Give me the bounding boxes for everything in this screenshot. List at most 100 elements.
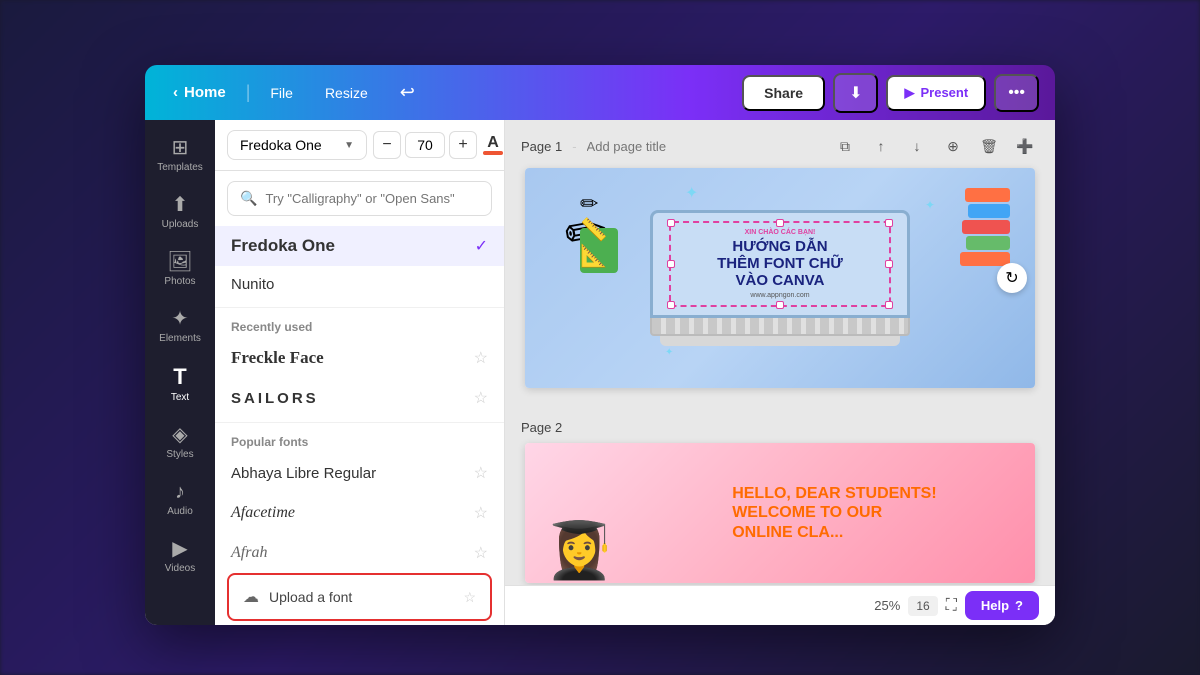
undo-button[interactable]: ↩ [392,78,423,107]
font-search-input[interactable] [265,191,479,206]
main-content-area: ⊞ Templates ⬆ Uploads 🖼 Photos ✦ Element… [145,120,1055,625]
file-nav-button[interactable]: File [258,79,305,107]
sidebar-item-templates[interactable]: ⊞ Templates [149,128,211,183]
heading-line2: THÊM FONT CHỮ [681,255,879,272]
font-name-label: SAILORS [231,390,474,407]
audio-icon: ♪ [175,482,185,502]
videos-label: Videos [165,563,195,574]
fullscreen-button[interactable]: ⛶ [946,597,957,615]
sidebar-item-audio[interactable]: ♪ Audio [149,472,211,527]
sidebar-item-videos[interactable]: ▶ Videos [149,529,211,584]
canvas-wrapper: Page 1 - ⧉ ↑ ↓ ⊕ 🗑 ➕ [505,120,1055,625]
canvas-page-2: 👩‍🎓 HELLO, DEAR STUDENTS! WELCOME TO OUR… [525,443,1035,583]
duplicate-page-button[interactable]: ⊕ [939,132,967,160]
canvas-page-1: ✏ ✏📏📐 [525,168,1035,388]
page1-background[interactable]: ✏ ✏📏📐 [525,168,1035,388]
pencil-cup-decoration: ✏📏📐 [580,228,620,283]
add-page-button[interactable]: ➕ [1011,132,1039,160]
font-name-label: Nunito [231,276,488,293]
upload-icon: ☁ [243,587,259,607]
font-size-controls: − 70 + [373,131,477,159]
sidebar-item-styles[interactable]: ◈ Styles [149,415,211,470]
font-toolbar: Fredoka One ▼ − 70 + A B ••• 🗑 [215,120,504,171]
font-favorite-star[interactable]: ☆ [474,463,488,483]
font-name-label: Afacetime [231,504,474,522]
sidebar-item-elements[interactable]: ✦ Elements [149,299,211,354]
heading-line1: HƯỚNG DẪN [681,238,879,255]
font-item-sailors[interactable]: SAILORS ☆ [215,378,504,418]
page2-background[interactable]: 👩‍🎓 HELLO, DEAR STUDENTS! WELCOME TO OUR… [525,443,1035,583]
font-list: Fredoka One ✓ Nunito Recently used Freck… [215,226,504,569]
page2-line2: WELCOME TO OUR [732,503,936,522]
move-up-button[interactable]: ↑ [867,132,895,160]
font-size-value[interactable]: 70 [405,132,445,158]
sidebar-item-text[interactable]: T Text [149,356,211,413]
page2-character: 👩‍🎓 [545,518,613,583]
page1-sep: - [572,139,576,154]
page-indicator: 16 [908,596,937,616]
page2-heading: HELLO, DEAR STUDENTS! WELCOME TO OUR ONL… [732,484,936,542]
share-button[interactable]: Share [742,75,825,111]
star3-decoration: ✦ [665,347,673,358]
text-selection: XIN CHÀO CÁC BẠN! HƯỚNG DẪN THÊM FONT CH… [669,221,891,308]
copy-page-button[interactable]: ⧉ [831,132,859,160]
font-item-freckle-face[interactable]: Freckle Face ☆ [215,338,504,378]
present-button[interactable]: ▶ Present [886,75,986,111]
upload-favorite-star[interactable]: ☆ [463,589,476,606]
font-name-label: Abhaya Libre Regular [231,465,474,482]
divider [215,307,504,308]
delete-page-button[interactable]: 🗑 [975,132,1003,160]
sidebar-item-uploads[interactable]: ⬆ Uploads [149,185,211,240]
font-favorite-star[interactable]: ☆ [474,543,488,563]
font-favorite-star[interactable]: ☆ [474,503,488,523]
increase-size-button[interactable]: + [449,131,477,159]
font-item-nunito[interactable]: Nunito [215,266,504,303]
download-button[interactable]: ⬇ [833,73,878,113]
page1-content: ✏ ✏📏📐 [525,168,1035,388]
font-selector[interactable]: Fredoka One ▼ [227,130,367,160]
page1-title-input[interactable] [587,139,763,154]
text-label: Text [171,392,189,403]
canvas-scroll-area[interactable]: Page 1 - ⧉ ↑ ↓ ⊕ 🗑 ➕ [505,120,1055,625]
page2-character-area: 👩‍🎓 [525,443,716,583]
page2-content: 👩‍🎓 HELLO, DEAR STUDENTS! WELCOME TO OUR… [525,443,1035,583]
chevron-left-icon: ‹ [173,84,178,101]
font-item-afacetime[interactable]: Afacetime ☆ [215,493,504,533]
help-icon: ? [1015,598,1023,613]
help-button[interactable]: Help ? [965,591,1039,620]
zoom-controls: 25% 16 ⛶ Help ? [874,591,1039,620]
font-search-box[interactable]: 🔍 [227,181,492,216]
selected-font-name: Fredoka One [240,137,322,153]
resize-nav-button[interactable]: Resize [313,79,380,107]
elements-icon: ✦ [172,309,189,329]
star1-decoration: ✦ [685,183,698,203]
sidebar-item-photos[interactable]: 🖼 Photos [149,242,211,297]
font-selector-arrow: ▼ [344,140,354,151]
font-item-abhaya[interactable]: Abhaya Libre Regular ☆ [215,453,504,493]
xin-chao-label: XIN CHÀO CÁC BẠN! [681,229,879,236]
laptop-keyboard [650,318,910,336]
font-item-fredoka-one[interactable]: Fredoka One ✓ [215,226,504,266]
font-selected-check: ✓ [475,236,488,256]
font-color-button[interactable]: A [483,131,503,159]
font-name-label: Afrah [231,544,474,562]
page2-text-area: HELLO, DEAR STUDENTS! WELCOME TO OUR ONL… [716,443,1035,583]
icon-sidebar: ⊞ Templates ⬆ Uploads 🖼 Photos ✦ Element… [145,120,215,625]
font-favorite-star[interactable]: ☆ [474,348,488,368]
font-color-indicator [483,151,503,155]
star2-decoration: ✦ [925,198,935,212]
decrease-size-button[interactable]: − [373,131,401,159]
font-favorite-star[interactable]: ☆ [474,388,488,408]
books-decoration [960,188,1010,266]
more-options-button[interactable]: ••• [994,74,1039,112]
font-item-afrah[interactable]: Afrah ☆ [215,533,504,569]
recently-used-section-label: Recently used [215,312,504,338]
home-nav-button[interactable]: ‹ Home [161,78,238,107]
move-down-button[interactable]: ↓ [903,132,931,160]
nav-separator: | [246,82,251,103]
upload-font-button[interactable]: ☁ Upload a font ☆ [227,573,492,621]
home-label: Home [184,84,226,101]
help-label: Help [981,598,1009,613]
refresh-button[interactable]: ↻ [997,263,1027,293]
font-name-label: Fredoka One [231,236,475,256]
